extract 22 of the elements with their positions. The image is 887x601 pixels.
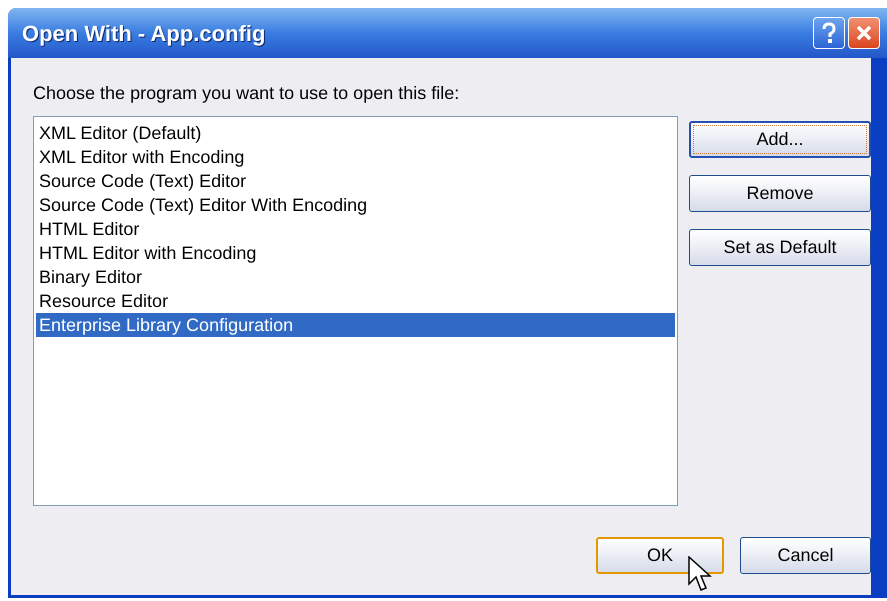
program-item[interactable]: Source Code (Text) Editor bbox=[36, 169, 675, 193]
program-item[interactable]: HTML Editor with Encoding bbox=[36, 241, 675, 265]
dialog-button[interactable]: Cancel bbox=[740, 537, 871, 574]
program-item[interactable]: Binary Editor bbox=[36, 265, 675, 289]
program-item[interactable]: Resource Editor bbox=[36, 289, 675, 313]
dialog-button[interactable]: OK bbox=[596, 537, 724, 574]
close-icon bbox=[855, 24, 873, 42]
window-title: Open With - App.config bbox=[22, 20, 266, 48]
program-list[interactable] bbox=[33, 116, 678, 506]
program-item[interactable]: XML Editor (Default) bbox=[36, 121, 675, 145]
side-button[interactable]: Set as Default bbox=[689, 229, 871, 266]
close-button[interactable] bbox=[848, 17, 880, 49]
help-icon bbox=[821, 22, 837, 44]
program-item[interactable]: Source Code (Text) Editor With Encoding bbox=[36, 193, 675, 217]
help-button[interactable] bbox=[813, 17, 845, 49]
cursor-icon bbox=[688, 556, 712, 594]
side-button[interactable]: Add... bbox=[689, 121, 871, 158]
program-item[interactable]: HTML Editor bbox=[36, 217, 675, 241]
side-button[interactable]: Remove bbox=[689, 175, 871, 212]
prompt-label: Choose the program you want to use to open this file: bbox=[33, 82, 460, 104]
program-item[interactable]: Enterprise Library Configuration bbox=[36, 313, 675, 337]
program-item[interactable]: XML Editor with Encoding bbox=[36, 145, 675, 169]
